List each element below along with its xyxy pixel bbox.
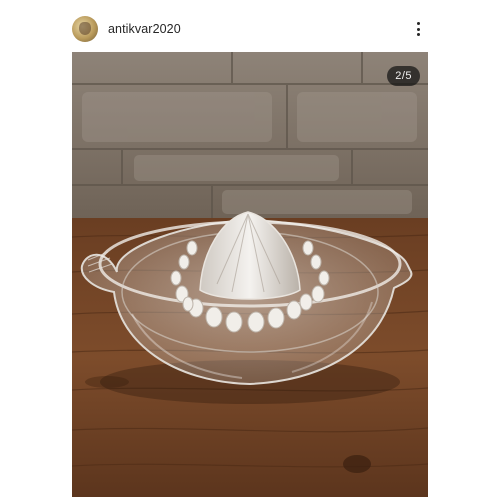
post-header: antikvar2020 bbox=[72, 12, 428, 46]
username-link[interactable]: antikvar2020 bbox=[108, 22, 181, 36]
juicer-photo bbox=[72, 52, 428, 497]
more-options-icon[interactable] bbox=[408, 16, 428, 42]
post-photo[interactable]: 2/5 bbox=[72, 52, 428, 497]
avatar[interactable] bbox=[72, 16, 98, 42]
media-counter-badge: 2/5 bbox=[387, 66, 420, 86]
